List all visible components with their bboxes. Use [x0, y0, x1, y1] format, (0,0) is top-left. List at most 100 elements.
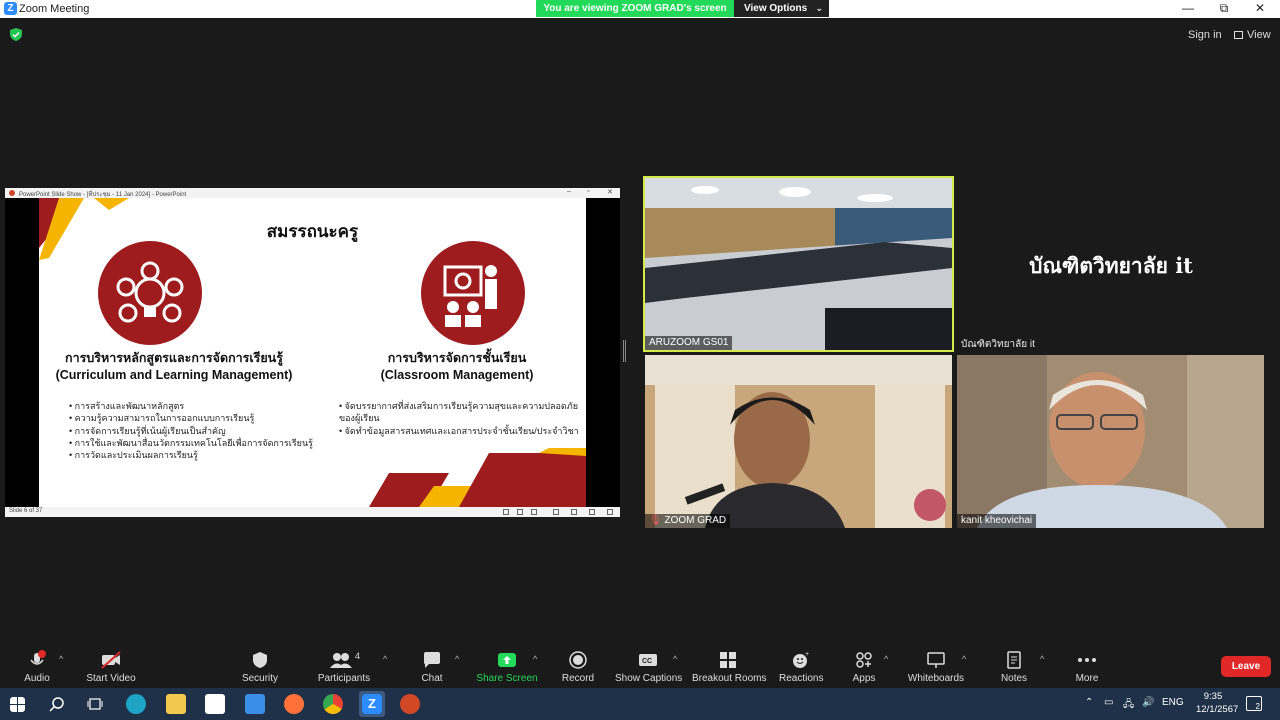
slide: สมรรถนะครู การบริหารหลักสูตรและการจัดการ… [39, 198, 586, 507]
chevron-up-icon[interactable]: ^ [59, 654, 63, 664]
view-button[interactable]: View [1234, 29, 1271, 41]
audio-button[interactable]: Audio [17, 650, 57, 684]
video-tile-room[interactable]: ARUZOOM GS01 [643, 176, 954, 352]
mail-icon[interactable] [245, 694, 265, 714]
chevron-up-icon[interactable]: ^ [1040, 654, 1044, 664]
chevron-up-icon[interactable]: ^ [383, 654, 387, 664]
maximize-button[interactable]: ⧉ [1206, 0, 1242, 18]
chevron-up-icon[interactable]: ^ [884, 654, 888, 664]
slideshow-control-icon [553, 509, 559, 515]
more-button[interactable]: More [1071, 650, 1103, 684]
breakout-rooms-label: Breakout Rooms [692, 673, 767, 684]
shield-icon [253, 652, 267, 668]
view-options-label: View Options [744, 3, 808, 14]
zoom-taskbar-icon[interactable]: Z [359, 691, 385, 717]
muted-mic-icon: 🎙 [649, 515, 662, 526]
security-label: Security [241, 673, 279, 684]
svg-text:+: + [805, 651, 809, 658]
task-view-icon[interactable] [87, 696, 103, 712]
breakout-rooms-icon [720, 652, 736, 668]
video-tile-it[interactable]: บัณฑิตวิทยาลัย it บัณฑิตวิทยาลัย it [957, 176, 1265, 352]
participants-count: 4 [355, 651, 360, 661]
slide-counter: Slide 6 of 37 [9, 508, 43, 514]
video-tile-kanit[interactable]: kanit kheovichai [957, 355, 1264, 528]
ppt-maximize-icon: ▫ [587, 188, 590, 195]
notification-center-icon[interactable]: 2 [1246, 696, 1262, 711]
leave-button[interactable]: Leave [1221, 656, 1271, 677]
participants-button[interactable]: 4 Participants [316, 650, 372, 684]
store-icon[interactable] [205, 694, 225, 714]
chevron-up-icon[interactable]: ^ [455, 654, 459, 664]
windows-start-icon[interactable] [10, 697, 25, 712]
breakout-rooms-button[interactable]: Breakout Rooms [692, 650, 767, 684]
share-screen-button[interactable]: Share Screen [476, 650, 538, 684]
view-options-button[interactable]: View Options ⌄ [734, 0, 829, 17]
language-indicator[interactable]: ENG [1162, 697, 1184, 708]
video-tile-zoom-grad[interactable]: 🎙 ZOOM GRAD [645, 355, 952, 528]
kanit-video [957, 355, 1264, 528]
chevron-up-icon[interactable]: ⌃ [1085, 697, 1093, 708]
shield-icon[interactable] [10, 28, 22, 41]
reactions-label: Reactions [779, 673, 824, 684]
chevron-down-icon: ⌄ [815, 3, 823, 13]
list-item: ความรู้ความสามารถในการออกแบบการเรียนรู้ [69, 412, 329, 424]
shared-screen: PowerPoint Slide Show - [ที่ประชุม - 11 … [5, 188, 620, 517]
clock-date: 12/1/2567 [1196, 704, 1239, 715]
participant-name: 🎙 ZOOM GRAD [645, 514, 731, 528]
participant-name-text: ZOOM GRAD [664, 515, 727, 526]
volume-icon[interactable]: 🔊 [1142, 697, 1154, 708]
show-captions-button[interactable]: CC Show Captions [615, 650, 683, 684]
meeting-toolbar: Audio ^ Start Video Security 4 Participa… [0, 644, 1280, 688]
view-label: View [1247, 29, 1271, 41]
apps-button[interactable]: Apps [850, 650, 878, 684]
split-resize-handle[interactable] [623, 340, 626, 362]
reactions-button[interactable]: + Reactions [779, 650, 823, 684]
share-screen-label: Share Screen [476, 673, 538, 684]
right-heading: การบริหารจัดการชั้นเรียน (Classroom Mana… [357, 350, 557, 384]
list-item: การจัดการเรียนรู้ที่เน้นผู้เรียนเป็นสำคั… [69, 425, 329, 437]
powerpoint-icon [9, 190, 15, 196]
chat-icon [424, 652, 440, 668]
file-explorer-icon[interactable] [166, 694, 186, 714]
search-icon[interactable] [49, 696, 65, 712]
left-bullet-list: การสร้างและพัฒนาหลักสูตร ความรู้ความสามา… [69, 400, 329, 461]
start-video-button[interactable]: Start Video [82, 650, 140, 684]
slide-bottom-decoration [369, 448, 586, 507]
svg-text:CC: CC [642, 658, 652, 665]
record-button[interactable]: Record [561, 650, 595, 684]
notes-icon [1007, 651, 1021, 669]
edge-browser-icon[interactable] [126, 694, 146, 714]
powerpoint-taskbar-icon[interactable] [400, 694, 420, 714]
participant-display-name: บัณฑิตวิทยาลัย it [1029, 253, 1193, 278]
firefox-icon[interactable] [284, 694, 304, 714]
chevron-up-icon[interactable]: ^ [673, 654, 677, 664]
list-item: การวัดและประเมินผลการเรียนรู้ [69, 449, 329, 461]
chat-button[interactable]: Chat [416, 650, 448, 684]
show-captions-label: Show Captions [615, 673, 683, 684]
list-item: การสร้างและพัฒนาหลักสูตร [69, 400, 329, 412]
room-video [645, 178, 952, 350]
security-button[interactable]: Security [238, 650, 282, 684]
participant-name: บัณฑิตวิทยาลัย it [961, 339, 1035, 350]
participant-name: ARUZOOM GS01 [645, 336, 733, 350]
ppt-close-icon: ✕ [607, 189, 613, 196]
chrome-icon[interactable] [323, 694, 343, 714]
meet-now-icon[interactable]: ▭ [1104, 697, 1113, 708]
chevron-up-icon[interactable]: ^ [962, 654, 966, 664]
close-button[interactable]: ✕ [1242, 0, 1278, 18]
notes-button[interactable]: Notes [998, 650, 1030, 684]
more-dots-icon [1078, 658, 1096, 662]
slideshow-control-icon [503, 509, 509, 515]
minimize-button[interactable]: — [1170, 0, 1206, 18]
record-label: Record [561, 673, 595, 684]
chevron-up-icon[interactable]: ^ [533, 654, 537, 664]
slideshow-control-icon [571, 509, 577, 515]
clock[interactable]: 9:35 12/1/2567 [1196, 690, 1239, 716]
clock-time: 9:35 [1203, 691, 1223, 702]
sign-in-link[interactable]: Sign in [1188, 29, 1222, 41]
start-video-label: Start Video [86, 673, 136, 684]
notes-label: Notes [1000, 673, 1028, 684]
more-label: More [1075, 673, 1099, 684]
whiteboards-button[interactable]: Whiteboards [906, 650, 966, 684]
network-icon[interactable]: 🖧 [1123, 697, 1134, 714]
